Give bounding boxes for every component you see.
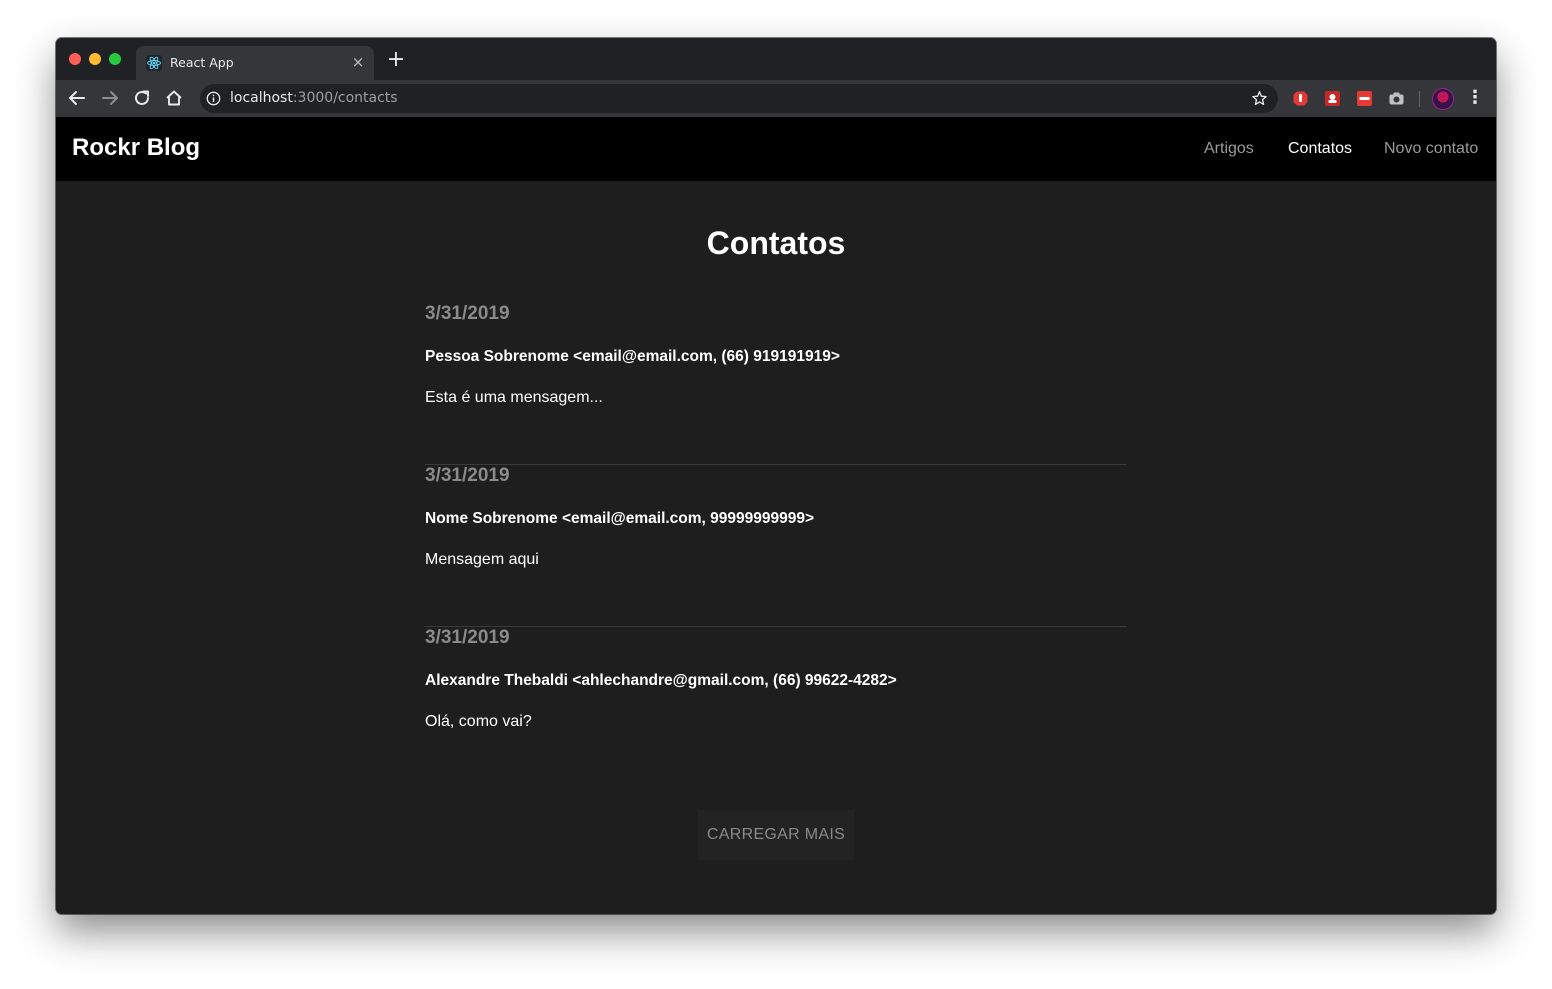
contact-message: Esta é uma mensagem...: [425, 389, 603, 406]
contact-sender: Nome Sobrenome <email@email.com, 9999999…: [425, 510, 815, 527]
url-text[interactable]: localhost:3000/contacts: [230, 90, 398, 106]
url-host: localhost: [230, 90, 293, 106]
camera-extension-icon[interactable]: [1388, 90, 1405, 107]
contact-message: Mensagem aqui: [425, 551, 539, 568]
address-bar[interactable]: localhost:3000/contacts: [200, 84, 1278, 113]
contact-item: 3/31/2019 Pessoa Sobrenome <email@email.…: [425, 303, 1127, 465]
reload-icon[interactable]: [131, 87, 153, 109]
contact-sender: Alexandre Thebaldi <ahlechandre@gmail.co…: [425, 672, 897, 689]
tab-strip: React App × +: [56, 38, 1496, 80]
home-icon[interactable]: [163, 87, 185, 109]
load-more-button[interactable]: CARREGAR MAIS: [698, 810, 854, 860]
close-window-button[interactable]: [69, 53, 81, 65]
browser-menu-icon[interactable]: ⋮: [1466, 88, 1484, 108]
brand-logo[interactable]: Rockr Blog: [72, 134, 200, 162]
minimize-window-button[interactable]: [89, 53, 101, 65]
new-tab-button[interactable]: +: [386, 49, 406, 71]
nav-link-novo-contato[interactable]: Novo contato: [1384, 140, 1478, 158]
browser-toolbar: localhost:3000/contacts ⋮: [56, 80, 1496, 117]
star-icon[interactable]: [1251, 90, 1268, 107]
close-tab-icon[interactable]: ×: [350, 54, 366, 70]
tab-title: React App: [170, 55, 234, 70]
browser-tab[interactable]: React App ×: [136, 46, 374, 80]
contact-date: 3/31/2019: [425, 465, 510, 486]
toolbar-separator: [1419, 91, 1420, 107]
contact-item: 3/31/2019 Alexandre Thebaldi <ahlechandr…: [425, 627, 1127, 789]
url-path: :3000/contacts: [292, 90, 398, 106]
cors-extension-icon[interactable]: [1356, 90, 1373, 107]
contact-sender: Pessoa Sobrenome <email@email.com, (66) …: [425, 348, 840, 365]
contact-message: Olá, como vai?: [425, 713, 532, 730]
contact-list: 3/31/2019 Pessoa Sobrenome <email@email.…: [425, 303, 1127, 789]
back-arrow-icon[interactable]: [66, 87, 88, 109]
contact-date: 3/31/2019: [425, 303, 510, 324]
maximize-window-button[interactable]: [109, 53, 121, 65]
browser-window: React App × + localhost:3000/contacts ⋮ …: [56, 38, 1496, 914]
stop-hand-extension-icon[interactable]: [1292, 90, 1309, 107]
puzzle-extension-icon[interactable]: [1324, 90, 1341, 107]
nav-link-contatos[interactable]: Contatos: [1288, 140, 1352, 158]
forward-arrow-icon[interactable]: [99, 87, 121, 109]
nav-link-artigos[interactable]: Artigos: [1204, 140, 1254, 158]
page-title: Contatos: [706, 225, 846, 261]
profile-avatar[interactable]: [1432, 88, 1454, 110]
react-logo-icon: [146, 55, 162, 71]
page-content: Rockr Blog Artigos Contatos Novo contato…: [56, 117, 1496, 914]
contact-item: 3/31/2019 Nome Sobrenome <email@email.co…: [425, 465, 1127, 627]
app-navbar: Rockr Blog Artigos Contatos Novo contato: [56, 117, 1496, 181]
info-icon[interactable]: [206, 91, 221, 106]
contact-date: 3/31/2019: [425, 627, 510, 648]
